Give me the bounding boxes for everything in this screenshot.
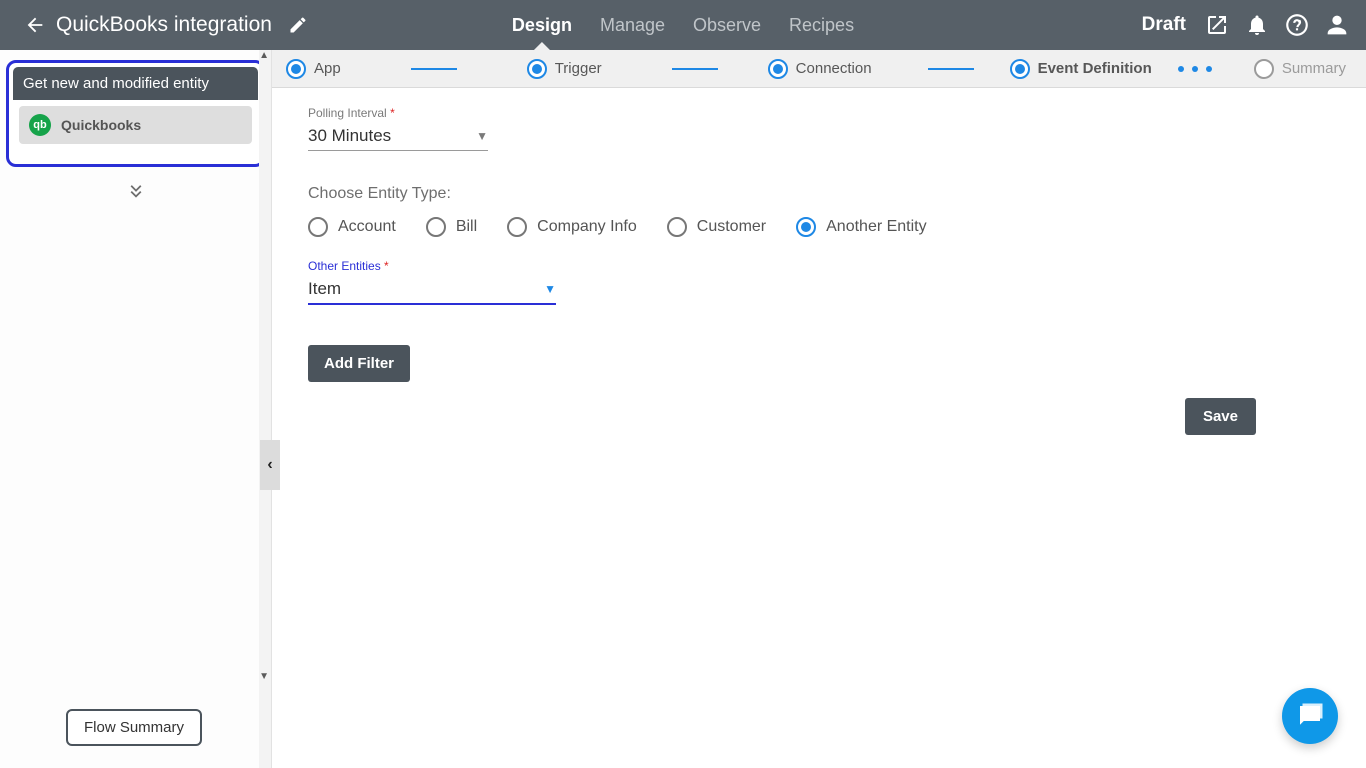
sidebar-scrollbar[interactable]: ▲ ▼ (259, 50, 271, 768)
expand-down-icon[interactable] (0, 181, 271, 206)
main-tabs: Design Manage Observe Recipes (512, 0, 854, 50)
entity-radio-bill[interactable]: Bill (426, 217, 477, 237)
scroll-up-caret-icon[interactable]: ▲ (259, 50, 269, 61)
save-button[interactable]: Save (1185, 398, 1256, 435)
status-badge: Draft (1142, 14, 1186, 36)
entity-radio-another-entity-label: Another Entity (826, 218, 927, 236)
radio-unchecked-icon (308, 217, 328, 237)
entity-radio-bill-label: Bill (456, 218, 477, 236)
other-entities-value: Item (308, 279, 341, 299)
scroll-down-caret-icon[interactable]: ▼ (259, 671, 269, 682)
chevron-left-icon: ‹ (267, 456, 272, 474)
step-connector (411, 68, 457, 70)
entity-radio-account-label: Account (338, 218, 396, 236)
radio-unchecked-icon (426, 217, 446, 237)
flow-summary-button[interactable]: Flow Summary (66, 709, 202, 746)
collapse-sidebar-button[interactable]: ‹ (260, 440, 280, 490)
entity-radio-account[interactable]: Account (308, 217, 396, 237)
step-connector (928, 68, 974, 70)
radio-unchecked-icon (507, 217, 527, 237)
flow-node-app[interactable]: qb Quickbooks (19, 106, 252, 144)
choose-entity-type-label: Choose Entity Type: (308, 185, 1330, 203)
step-app-label: App (314, 60, 341, 77)
step-app[interactable]: App (286, 59, 341, 79)
sidebar: ▲ ▼ Get new and modified entity qb Quick… (0, 50, 272, 768)
tab-design[interactable]: Design (512, 0, 572, 50)
top-bar-left: QuickBooks integration (0, 13, 308, 37)
step-connection-label: Connection (796, 60, 872, 77)
step-summary-radio-icon (1254, 59, 1274, 79)
edit-title-icon[interactable] (288, 15, 308, 35)
flow-node-card[interactable]: Get new and modified entity qb Quickbook… (6, 60, 265, 167)
step-progress-dots (1178, 66, 1212, 72)
tab-observe[interactable]: Observe (693, 0, 761, 50)
add-filter-button[interactable]: Add Filter (308, 345, 410, 382)
step-trigger-radio-icon (527, 59, 547, 79)
chat-bubble-icon (1295, 701, 1325, 731)
entity-radio-company-info-label: Company Info (537, 218, 637, 236)
step-connection-radio-icon (768, 59, 788, 79)
flow-node-app-label: Quickbooks (61, 117, 141, 133)
dropdown-caret-icon: ▼ (544, 282, 556, 296)
radio-checked-icon (796, 217, 816, 237)
quickbooks-icon: qb (29, 114, 51, 136)
step-app-radio-icon (286, 59, 306, 79)
step-connector (672, 68, 718, 70)
dropdown-caret-icon: ▼ (476, 129, 488, 143)
chat-fab-button[interactable] (1282, 688, 1338, 744)
open-external-icon[interactable] (1202, 10, 1232, 40)
entity-radio-customer[interactable]: Customer (667, 217, 766, 237)
help-icon[interactable] (1282, 10, 1312, 40)
polling-interval-select[interactable]: 30 Minutes ▼ (308, 122, 488, 151)
tab-manage[interactable]: Manage (600, 0, 665, 50)
top-bar: QuickBooks integration Design Manage Obs… (0, 0, 1366, 50)
radio-unchecked-icon (667, 217, 687, 237)
back-arrow-icon[interactable] (24, 14, 46, 36)
step-event-definition[interactable]: Event Definition (1010, 59, 1152, 79)
step-summary-label: Summary (1282, 60, 1346, 77)
step-trigger-label: Trigger (555, 60, 602, 77)
tab-recipes[interactable]: Recipes (789, 0, 854, 50)
polling-interval-label: Polling Interval * (308, 106, 1330, 120)
event-definition-form: Polling Interval * 30 Minutes ▼ Choose E… (272, 88, 1366, 768)
user-avatar-icon[interactable] (1322, 10, 1352, 40)
step-trigger[interactable]: Trigger (527, 59, 602, 79)
wizard-step-bar: App Trigger Connection Event Definition … (272, 50, 1366, 88)
bell-icon[interactable] (1242, 10, 1272, 40)
step-event-definition-label: Event Definition (1038, 60, 1152, 77)
step-connection[interactable]: Connection (768, 59, 872, 79)
entity-type-radio-group: Account Bill Company Info Customer Anoth… (308, 217, 1330, 237)
flow-node-title: Get new and modified entity (13, 67, 258, 100)
step-event-definition-radio-icon (1010, 59, 1030, 79)
top-bar-right (1202, 10, 1352, 40)
entity-radio-customer-label: Customer (697, 218, 766, 236)
polling-interval-value: 30 Minutes (308, 126, 391, 146)
entity-radio-another-entity[interactable]: Another Entity (796, 217, 927, 237)
other-entities-select[interactable]: Item ▼ (308, 275, 556, 305)
step-summary[interactable]: Summary (1254, 59, 1346, 79)
other-entities-label: Other Entities * (308, 259, 1330, 273)
entity-radio-company-info[interactable]: Company Info (507, 217, 637, 237)
page-title: QuickBooks integration (56, 13, 272, 37)
